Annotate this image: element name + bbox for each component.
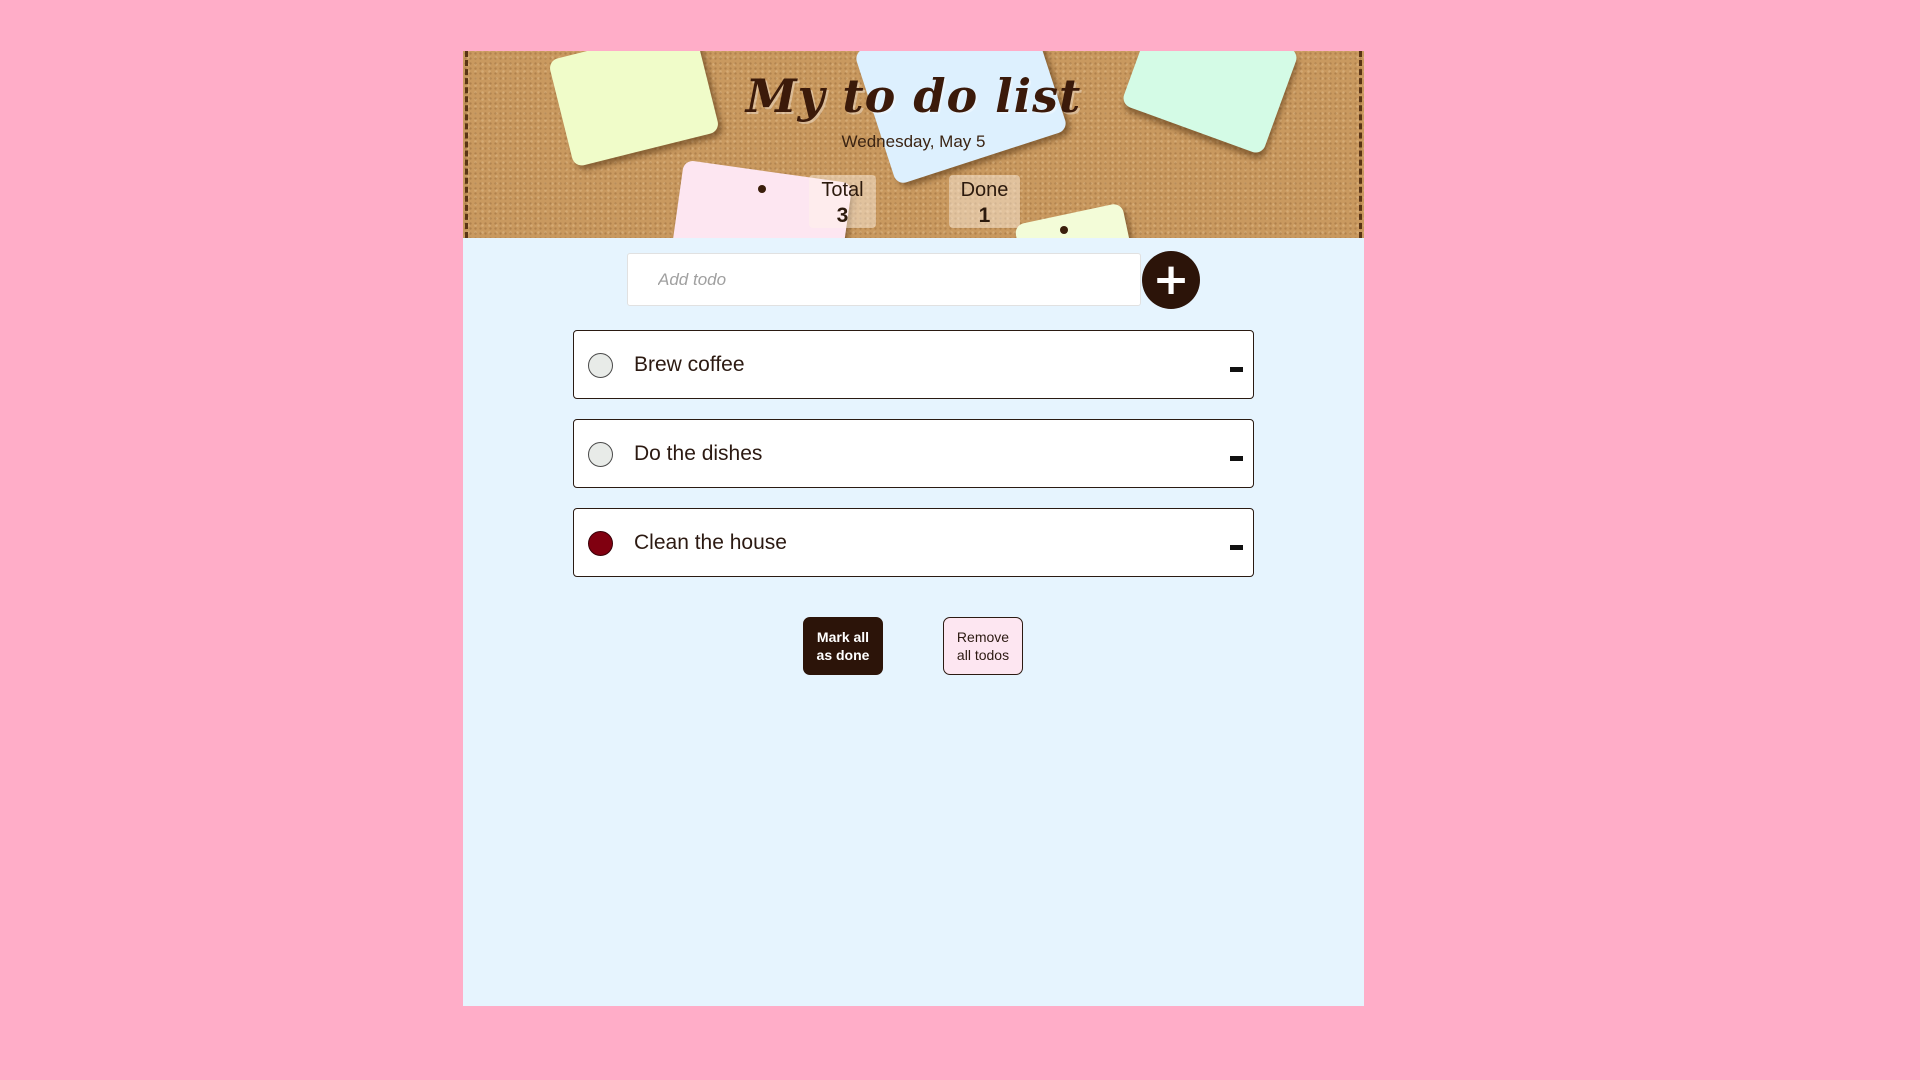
todo-text: Do the dishes [634,442,763,465]
todo-text: Brew coffee [634,353,745,376]
done-value: 1 [978,204,991,227]
corkboard-header: My to do list Wednesday, May 5 Total 3 D… [463,51,1364,238]
plus-icon: + [1152,254,1190,305]
total-value: 3 [836,204,849,227]
pin-icon [758,185,766,193]
add-todo-input[interactable] [627,253,1141,306]
current-date: Wednesday, May 5 [841,132,986,151]
total-label: Total [821,179,864,201]
todo-checkbox-checked[interactable] [588,531,613,556]
page-title: My to do list [745,69,1082,123]
todo-app: My to do list Wednesday, May 5 Total 3 D… [463,51,1364,1006]
remove-todo-button[interactable] [1230,545,1243,550]
remove-todo-button[interactable] [1230,367,1243,372]
todo-checkbox[interactable] [588,442,613,467]
remove-todo-button[interactable] [1230,456,1243,461]
sticky-note-lime [1013,202,1139,238]
done-label: Done [960,179,1009,201]
mark-all-done-button[interactable]: Mark all as done [803,617,883,675]
remove-all-todos-button[interactable]: Remove all todos [943,617,1023,675]
todo-checkbox[interactable] [588,353,613,378]
todo-item: Do the dishes [573,419,1254,488]
pin-icon [1060,226,1068,234]
add-todo-button[interactable]: + [1142,251,1200,309]
total-counter: Total 3 [809,175,876,228]
todo-item: Clean the house [573,508,1254,577]
todo-text: Clean the house [634,531,787,554]
todo-item: Brew coffee [573,330,1254,399]
done-counter: Done 1 [949,175,1020,228]
